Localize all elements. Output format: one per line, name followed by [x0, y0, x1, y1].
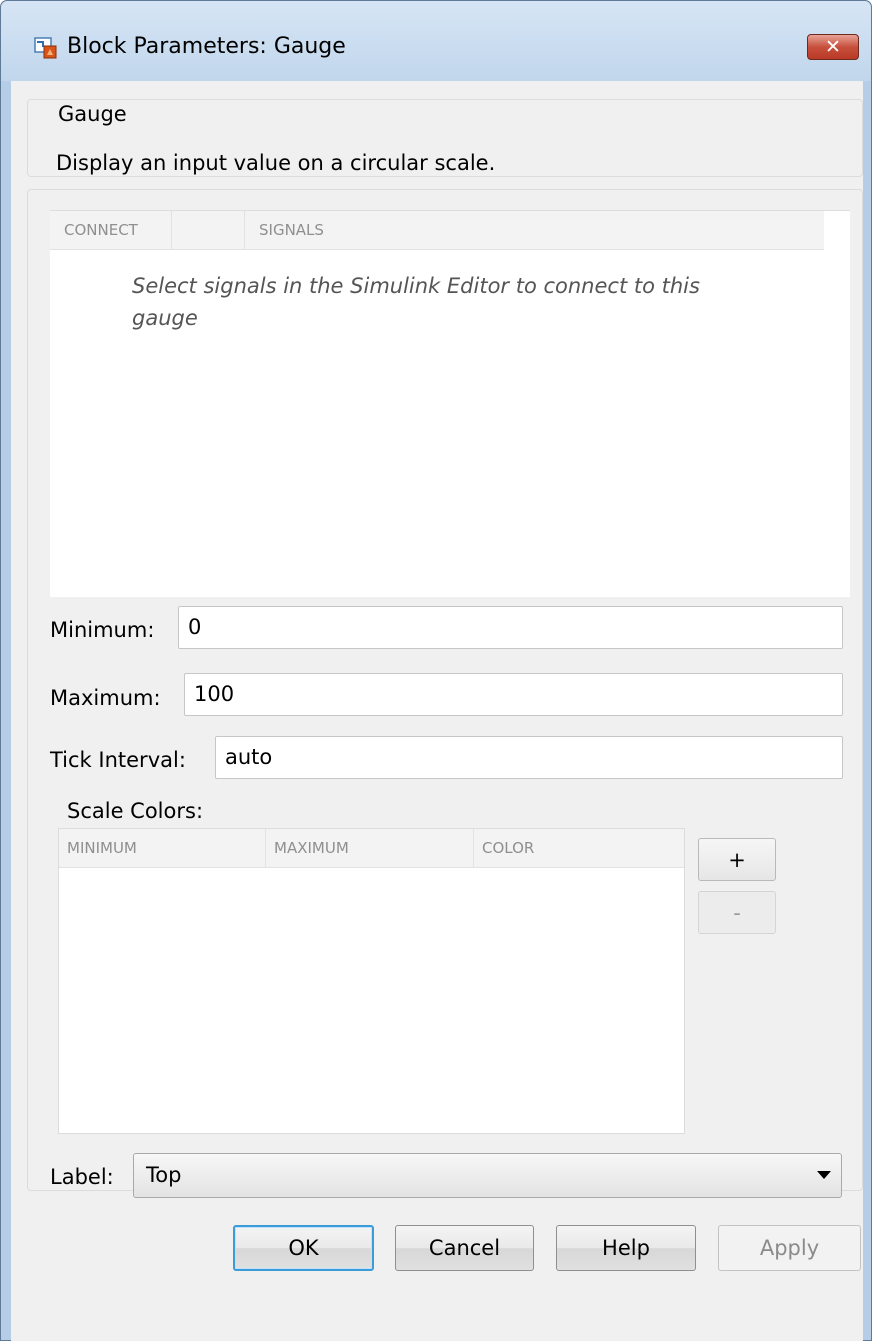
signals-table[interactable]: CONNECT SIGNALS Select signals in the Si… — [50, 210, 850, 597]
label-position-label: Label: — [50, 1165, 114, 1189]
chevron-down-icon — [817, 1171, 831, 1179]
tick-interval-input[interactable]: auto — [215, 736, 843, 779]
maximum-input[interactable]: 100 — [184, 673, 843, 716]
column-header-connect[interactable]: CONNECT — [50, 211, 172, 250]
column-header-signals[interactable]: SIGNALS — [245, 211, 824, 250]
dialog-body: Gauge Display an input value on a circul… — [11, 81, 863, 1341]
cancel-button[interactable]: Cancel — [395, 1225, 534, 1271]
parameters-panel: CONNECT SIGNALS Select signals in the Si… — [27, 189, 863, 1198]
signals-table-header: CONNECT SIGNALS — [50, 211, 824, 250]
ok-button[interactable]: OK — [233, 1225, 374, 1271]
help-button[interactable]: Help — [556, 1225, 696, 1271]
signals-empty-message: Select signals in the Simulink Editor to… — [132, 274, 700, 330]
scale-colors-header: MINIMUM MAXIMUM COLOR — [59, 829, 684, 868]
gauge-description-group: Gauge Display an input value on a circul… — [27, 99, 863, 177]
remove-scale-color-button[interactable]: - — [698, 891, 776, 934]
label-position-value: Top — [146, 1163, 182, 1187]
window-title: Block Parameters: Gauge — [67, 34, 346, 59]
title-bar[interactable]: Block Parameters: Gauge ✕ — [1, 1, 871, 81]
minimum-label: Minimum: — [50, 618, 155, 642]
tick-interval-label: Tick Interval: — [50, 748, 186, 772]
minimum-input[interactable]: 0 — [178, 606, 843, 649]
column-header-blank[interactable] — [172, 211, 245, 250]
label-position-select[interactable]: Top — [133, 1153, 842, 1198]
column-header-minimum[interactable]: MINIMUM — [59, 829, 266, 868]
block-description: Display an input value on a circular sca… — [56, 151, 496, 175]
dialog-window: Block Parameters: Gauge ✕ Gauge Display … — [0, 0, 872, 1341]
simulink-block-icon — [34, 37, 57, 59]
scale-colors-table[interactable]: MINIMUM MAXIMUM COLOR — [58, 828, 685, 1134]
add-scale-color-button[interactable]: + — [698, 838, 776, 881]
close-button[interactable]: ✕ — [807, 34, 859, 60]
scale-colors-label: Scale Colors: — [67, 799, 204, 823]
group-title: Gauge — [54, 102, 131, 126]
apply-button[interactable]: Apply — [718, 1225, 861, 1271]
column-header-maximum[interactable]: MAXIMUM — [266, 829, 474, 868]
close-icon: ✕ — [825, 35, 841, 58]
maximum-label: Maximum: — [50, 686, 161, 710]
column-header-color[interactable]: COLOR — [474, 829, 684, 868]
